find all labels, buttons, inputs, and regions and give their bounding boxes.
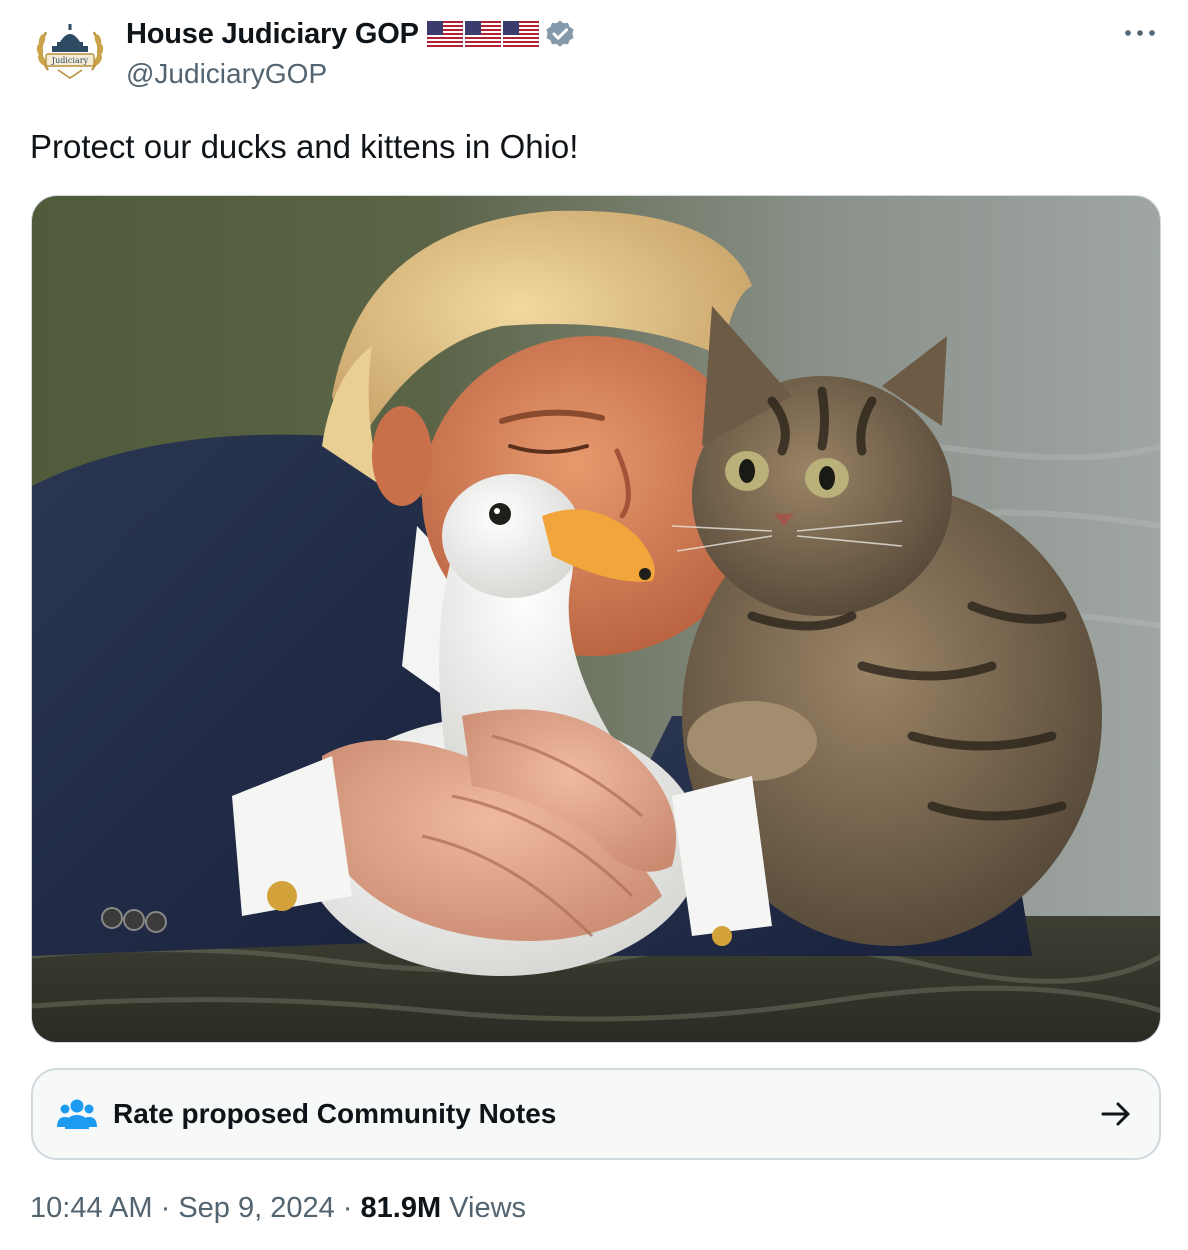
views-count[interactable]: 81.9M: [361, 1192, 442, 1225]
tweet-meta: 10:44 AM · Sep 9, 2024 · 81.9M Views: [30, 1192, 526, 1225]
more-button[interactable]: [1120, 18, 1160, 48]
us-flag-icon: [502, 21, 539, 47]
meta-separator: ·: [334, 1192, 361, 1224]
more-dots-icon: [1125, 30, 1155, 36]
author-info: House Judiciary GOP @JudiciaryGOP: [126, 16, 575, 90]
tweet-photo[interactable]: [31, 195, 1161, 1043]
photo-man-duck-kitten-in-water: [32, 196, 1160, 1042]
handle[interactable]: @JudiciaryGOP: [126, 58, 575, 90]
name-row: House Judiciary GOP: [126, 16, 575, 52]
people-group-icon: [57, 1099, 97, 1129]
house-judiciary-seal-icon: Judiciary: [36, 24, 104, 79]
verified-badge-icon[interactable]: [545, 19, 575, 49]
meta-separator: ·: [152, 1192, 179, 1224]
tweet-time[interactable]: 10:44 AM: [30, 1192, 153, 1225]
tweet-text: Protect our ducks and kittens in Ohio!: [30, 128, 579, 165]
rate-community-notes-button[interactable]: Rate proposed Community Notes: [31, 1068, 1161, 1160]
us-flag-icon: [426, 21, 463, 47]
seal-text: Judiciary: [51, 56, 89, 65]
flags: [426, 21, 539, 47]
tweet-header: Judiciary House Judiciary GOP @Judiciary…: [30, 12, 1160, 96]
display-name[interactable]: House Judiciary GOP: [126, 18, 419, 51]
rate-community-notes-label: Rate proposed Community Notes: [113, 1098, 557, 1129]
us-flag-icon: [464, 21, 501, 47]
tweet-date[interactable]: Sep 9, 2024: [178, 1192, 334, 1225]
tweet: Judiciary House Judiciary GOP @Judiciary…: [0, 0, 1188, 1250]
views-label: Views: [441, 1192, 527, 1224]
avatar[interactable]: Judiciary: [30, 12, 110, 92]
arrow-right-icon: [1101, 1102, 1130, 1126]
